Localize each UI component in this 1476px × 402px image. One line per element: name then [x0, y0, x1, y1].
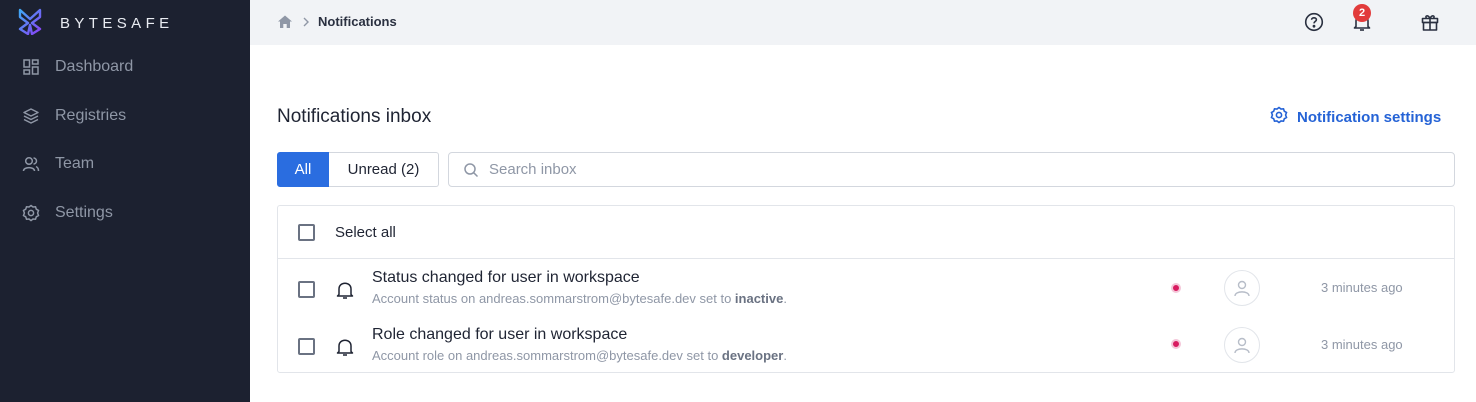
- select-all-checkbox[interactable]: [298, 224, 315, 241]
- bell-icon: [335, 280, 355, 300]
- sidebar-item-dashboard[interactable]: Dashboard: [0, 47, 250, 87]
- notification-settings-link[interactable]: Notification settings: [1270, 106, 1441, 129]
- bytesafe-logo-icon: [18, 7, 42, 40]
- users-icon: [21, 154, 41, 174]
- list-header: Select all: [278, 206, 1454, 259]
- list-item[interactable]: Status changed for user in workspace Acc…: [278, 260, 1454, 317]
- notification-settings-label: Notification settings: [1297, 109, 1442, 126]
- search-icon: [463, 162, 479, 178]
- brand[interactable]: BYTESAFE: [18, 7, 174, 40]
- gift-icon[interactable]: [1418, 10, 1442, 34]
- sidebar-item-label: Team: [55, 155, 95, 172]
- notification-time: 3 minutes ago: [1321, 337, 1403, 352]
- sidebar-item-registries[interactable]: Registries: [0, 96, 250, 136]
- tab-unread[interactable]: Unread (2): [329, 152, 439, 187]
- sidebar-item-team[interactable]: Team: [0, 144, 250, 184]
- sidebar-item-settings[interactable]: Settings: [0, 193, 250, 233]
- layers-icon: [21, 106, 41, 126]
- select-all-label: Select all: [335, 224, 396, 241]
- unread-indicator[interactable]: [1171, 339, 1181, 349]
- dashboard-icon: [21, 57, 41, 77]
- filter-tabs: All Unread (2): [277, 152, 439, 187]
- help-icon[interactable]: [1302, 10, 1326, 34]
- avatar: [1224, 327, 1260, 363]
- unread-indicator[interactable]: [1171, 283, 1181, 293]
- gear-icon: [1270, 106, 1288, 129]
- search-input[interactable]: Search inbox: [448, 152, 1455, 187]
- list-item[interactable]: Role changed for user in workspace Accou…: [278, 317, 1454, 374]
- topbar: Notifications 2: [250, 0, 1476, 45]
- avatar: [1224, 270, 1260, 306]
- gear-icon: [21, 203, 41, 223]
- notification-time: 3 minutes ago: [1321, 280, 1403, 295]
- bell-icon: [335, 337, 355, 357]
- row-checkbox[interactable]: [298, 281, 315, 298]
- notification-title: Status changed for user in workspace: [372, 269, 640, 286]
- sidebar: BYTESAFE Dashboard Registries Team Setti…: [0, 0, 250, 402]
- chevron-right-icon: [300, 15, 312, 29]
- notification-list: Select all Status changed for user in wo…: [277, 205, 1455, 373]
- search-placeholder: Search inbox: [489, 161, 577, 178]
- sidebar-item-label: Registries: [55, 107, 127, 124]
- tab-all[interactable]: All: [277, 152, 329, 187]
- row-checkbox[interactable]: [298, 338, 315, 355]
- breadcrumb-current: Notifications: [318, 14, 397, 29]
- page-title: Notifications inbox: [277, 106, 432, 127]
- brand-name: BYTESAFE: [60, 14, 174, 32]
- notification-subtitle: Account role on andreas.sommarstrom@byte…: [372, 348, 787, 363]
- notification-count-badge: 2: [1353, 4, 1371, 22]
- home-icon[interactable]: [277, 14, 293, 30]
- sidebar-item-label: Settings: [55, 204, 113, 221]
- sidebar-item-label: Dashboard: [55, 58, 134, 75]
- notification-subtitle: Account status on andreas.sommarstrom@by…: [372, 291, 787, 306]
- notification-title: Role changed for user in workspace: [372, 326, 628, 343]
